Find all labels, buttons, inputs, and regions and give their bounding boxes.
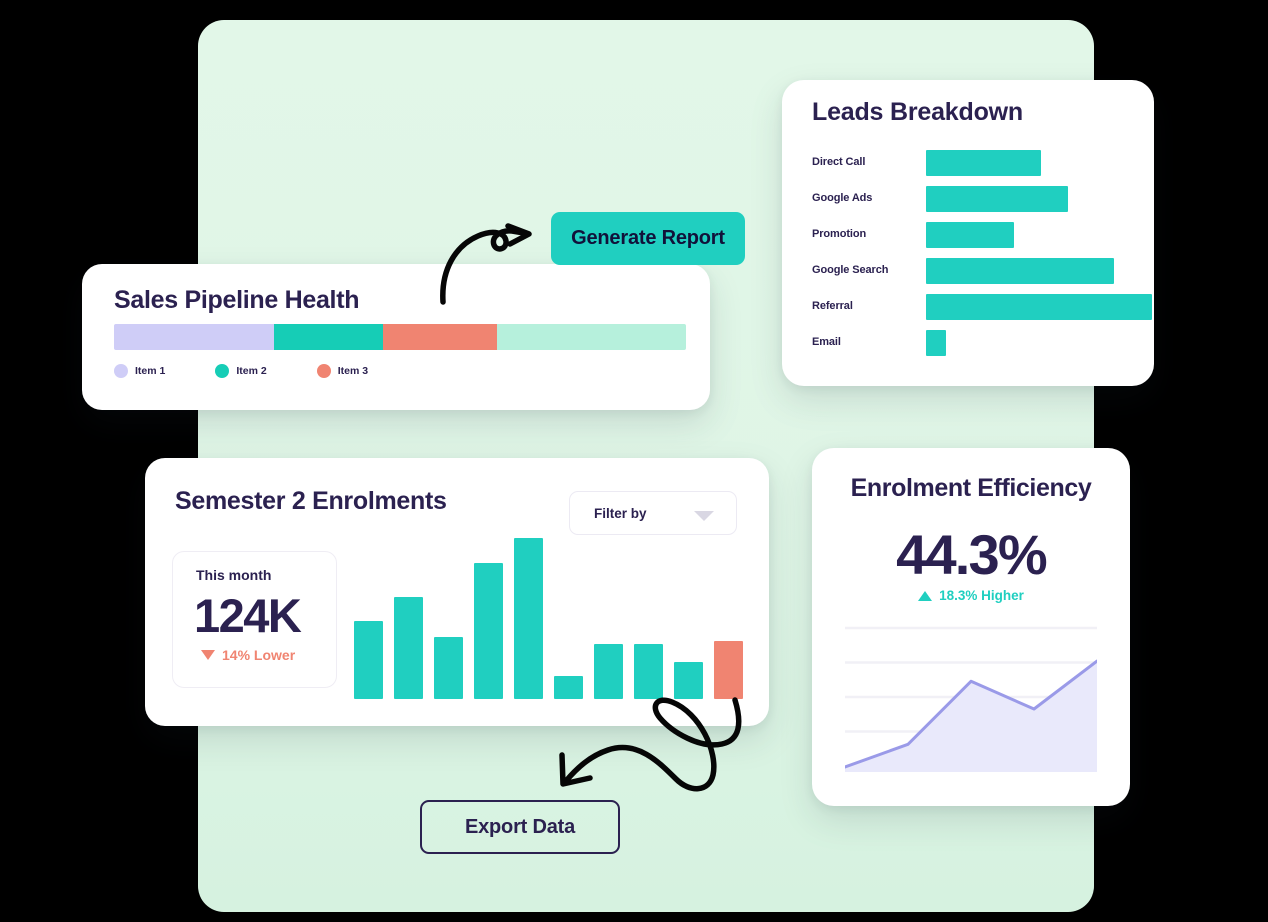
leads-row-bar	[926, 150, 1042, 176]
this-month-delta-label: 14% Lower	[222, 647, 296, 663]
semester-bar	[394, 597, 423, 699]
enrolment-efficiency-delta: 18.3% Higher	[812, 588, 1130, 603]
enrolment-efficiency-card: Enrolment Efficiency 44.3% 18.3% Higher	[812, 448, 1130, 806]
semester-bar	[714, 640, 743, 699]
semester-enrolments-chart	[354, 529, 744, 699]
leads-row: Referral	[812, 292, 1152, 328]
leads-row-label: Email	[812, 336, 841, 348]
area-chart-svg	[843, 626, 1099, 772]
leads-row: Direct Call	[812, 148, 1124, 184]
leads-row: Promotion	[812, 220, 1124, 256]
leads-row-bar	[926, 330, 947, 356]
legend-label: Item 1	[135, 365, 166, 377]
leads-row-bar	[926, 222, 1015, 248]
legend-color-dot	[316, 364, 331, 378]
screenshot-root: Leads Breakdown Direct Call Google Ads Pro…	[0, 0, 1268, 922]
sales-pipeline-health-card: Sales Pipeline Health Item 1 Item 2 Item 3	[82, 264, 710, 410]
legend-label: Item 2	[236, 365, 267, 377]
semester-bar	[514, 537, 543, 699]
pipeline-segment	[497, 324, 686, 350]
enrolment-efficiency-title: Enrolment Efficiency	[850, 474, 1092, 502]
leads-row-label: Google Search	[812, 264, 889, 276]
pipeline-legend-item: Item 1	[114, 364, 165, 378]
triangle-up-icon	[918, 590, 933, 601]
leads-row: Google Ads	[812, 184, 1124, 220]
semester-bar	[434, 637, 463, 699]
pipeline-segment	[274, 324, 383, 350]
leads-row-label: Direct Call	[812, 156, 866, 168]
leads-row-bar	[926, 258, 1114, 284]
leads-row-label: Google Ads	[812, 192, 873, 204]
legend-color-dot	[114, 364, 128, 378]
legend-label: Item 3	[337, 365, 369, 377]
semester-enrolments-title: Semester 2 Enrolments	[175, 487, 447, 515]
semester-enrolments-card: Semester 2 Enrolments Filter by This mon…	[145, 458, 769, 726]
semester-bar	[634, 643, 663, 699]
chevron-down-icon	[694, 511, 714, 521]
leads-row-bar	[926, 294, 1152, 320]
filter-by-label: Filter by	[594, 506, 647, 521]
leads-row-bar	[926, 186, 1069, 212]
this-month-stat-box: This month 124K 14% Lower	[172, 551, 337, 688]
legend-color-dot	[215, 364, 230, 378]
pipeline-segment	[382, 324, 498, 350]
enrolment-efficiency-area-chart	[843, 626, 1099, 778]
leads-breakdown-chart: Direct Call Google Ads Promotion Google Sea…	[812, 148, 1152, 364]
semester-bar	[674, 661, 703, 699]
pipeline-legend: Item 1 Item 2 Item 3	[114, 364, 368, 378]
leads-row-label: Promotion	[812, 228, 867, 240]
pipeline-legend-item: Item 2	[215, 364, 267, 378]
semester-bar	[594, 643, 623, 699]
leads-breakdown-card: Leads Breakdown Direct Call Google Ads Pro…	[782, 80, 1154, 386]
triangle-down-icon	[201, 650, 215, 660]
pipeline-stacked-bar	[114, 324, 686, 350]
export-data-button[interactable]: Export Data	[420, 800, 620, 854]
leads-breakdown-title: Leads Breakdown	[812, 98, 1023, 126]
leads-row: Google Search	[812, 256, 1124, 292]
this-month-label: This month	[196, 567, 272, 583]
semester-bar	[554, 675, 583, 699]
leads-row-label: Referral	[812, 300, 853, 312]
this-month-value: 124K	[194, 589, 302, 642]
area-chart-fill	[845, 661, 1097, 772]
enrolment-efficiency-value: 44.3%	[896, 523, 1048, 586]
sales-pipeline-health-title: Sales Pipeline Health	[114, 286, 360, 314]
pipeline-segment	[114, 324, 275, 350]
semester-bar	[354, 621, 383, 699]
pipeline-legend-item: Item 3	[316, 364, 369, 378]
enrolment-efficiency-delta-label: 18.3% Higher	[939, 588, 1024, 603]
semester-bar	[474, 563, 503, 699]
generate-report-button[interactable]: Generate Report	[551, 212, 745, 265]
this-month-delta: 14% Lower	[201, 647, 295, 663]
leads-row: Email	[812, 328, 1124, 364]
